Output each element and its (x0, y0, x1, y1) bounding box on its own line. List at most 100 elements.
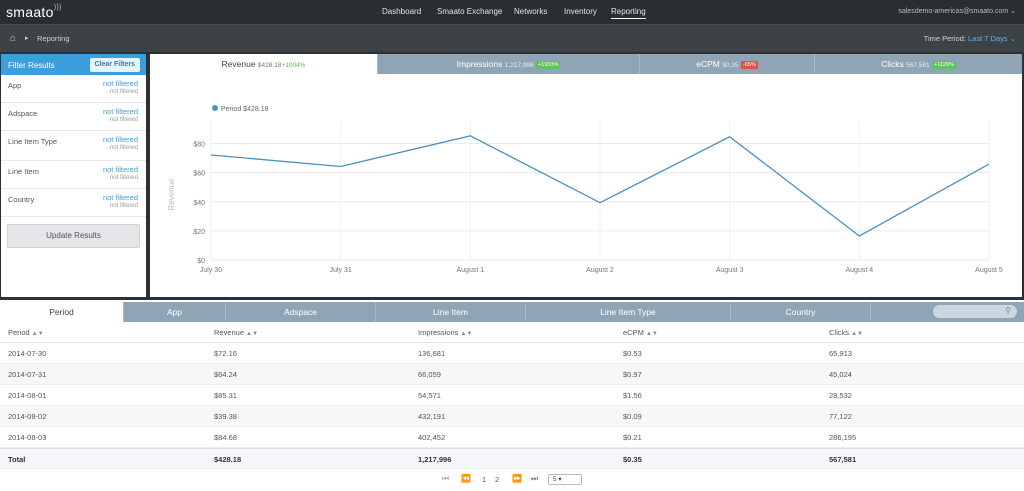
table-total-row: Total $428.18 1,217,996 $0.35 567,581 (0, 448, 1024, 469)
tab-ecpm[interactable]: eCPM $0.35 -65% (640, 54, 815, 74)
y-axis-label: Revenue (167, 178, 176, 211)
tab-value: $428.18 (257, 62, 282, 69)
table-row: 2014-07-31 $64.24 66,059 $0.97 45,024 (0, 364, 1024, 385)
change-badge: +1129% (931, 61, 956, 69)
filter-value-link[interactable]: not filtered (103, 193, 138, 202)
sort-icon: ▲▼ (645, 331, 658, 337)
tab-app[interactable]: App (124, 302, 226, 322)
column-header-period[interactable]: Period ▲▼ (8, 328, 44, 337)
x-tick-label: August 3 (716, 267, 744, 274)
filter-value-link[interactable]: not filtered (103, 79, 138, 88)
filter-row-app[interactable]: App not filtered not filtered (1, 75, 146, 103)
top-navbar: smaato))) Dashboard Smaato Exchange Netw… (0, 0, 1024, 24)
table-row: 2014-08-03 $84.68 402,452 $0.21 286,195 (0, 427, 1024, 448)
tab-line-item[interactable]: Line Item (376, 302, 526, 322)
metric-tabs: Revenue $428.18+1004% Impressions 1,217,… (150, 54, 1022, 74)
x-tick-label: August 2 (586, 267, 614, 274)
revenue-line-chart: $0 $20 $40 $60 $80 July 30 July 31 August 1 Augu… (167, 105, 1003, 274)
sort-icon: ▲▼ (246, 331, 259, 337)
pagination: ⏮ ⏪ 1 2 ⏩ ⏭ 5 ▾ (0, 474, 1024, 486)
filter-value-sub: not filtered (109, 203, 138, 209)
chevron-down-icon: ⌄ (1009, 34, 1016, 43)
filter-label: Country (8, 195, 35, 204)
filter-value-link[interactable]: not filtered (103, 165, 138, 174)
y-tick-label: $80 (193, 142, 205, 149)
column-header-clicks[interactable]: Clicks ▲▼ (829, 328, 863, 337)
tab-line-item-type[interactable]: Line Item Type (526, 302, 731, 322)
legend-marker (212, 105, 218, 111)
filter-value-sub: not filtered (109, 145, 138, 151)
x-tick-label: August 1 (457, 267, 485, 274)
x-tick-label: July 30 (200, 267, 222, 274)
sort-icon: ▲▼ (31, 331, 44, 337)
page-number[interactable]: 2 (495, 475, 499, 484)
tab-revenue[interactable]: Revenue $428.18+1004% (150, 54, 378, 74)
update-results-button[interactable]: Update Results (7, 224, 140, 248)
filter-label: Line Item Type (8, 137, 58, 146)
column-header-revenue[interactable]: Revenue ▲▼ (214, 328, 258, 337)
y-tick-label: $60 (193, 171, 205, 178)
y-tick-label: $0 (197, 258, 205, 265)
y-tick-label: $20 (193, 229, 205, 236)
next-page-icon[interactable]: ⏩ (512, 474, 522, 483)
user-email: salesdemo-americas@smaato.com (898, 8, 1009, 15)
tab-label: Clicks (881, 59, 904, 69)
change-badge: +1933% (536, 61, 561, 69)
tab-period[interactable]: Period (0, 302, 124, 322)
nav-networks[interactable]: Networks (514, 7, 547, 16)
tab-clicks[interactable]: Clicks 567,581 +1129% (815, 54, 1022, 74)
filter-row-line-item[interactable]: Line Item not filtered not filtered (1, 161, 146, 189)
tab-label: eCPM (696, 59, 720, 69)
tab-value: $0.35 (722, 62, 739, 69)
chevron-down-icon: ⌄ (1010, 8, 1016, 15)
tab-adspace[interactable]: Adspace (226, 302, 376, 322)
table-row: 2014-07-30 $72.16 136,681 $0.53 65,913 (0, 343, 1024, 364)
filter-label: App (8, 81, 22, 90)
tab-label: Revenue (221, 59, 256, 69)
chart-panel: Revenue $428.18+1004% Impressions 1,217,… (150, 54, 1022, 297)
filter-row-country[interactable]: Country not filtered not filtered (1, 189, 146, 217)
x-tick-label: August 4 (846, 267, 874, 274)
user-menu[interactable]: salesdemo-americas@smaato.com ⌄ (898, 7, 1016, 15)
filter-title: Filter Results (8, 61, 55, 70)
filter-header: Filter Results Clear Filters (1, 54, 146, 75)
breadcrumb: Reporting (37, 34, 70, 43)
tab-label: Impressions (456, 59, 503, 69)
filter-panel: Filter Results Clear Filters App not fil… (1, 54, 146, 297)
filter-value-link[interactable]: not filtered (103, 107, 138, 116)
nav-smaato-exchange[interactable]: Smaato Exchange (437, 7, 502, 16)
column-header-impressions[interactable]: Impressions ▲▼ (418, 328, 472, 337)
table-row: 2014-08-01 $85.31 54,571 $1.56 28,532 (0, 385, 1024, 406)
filter-value-link[interactable]: not filtered (103, 135, 138, 144)
time-period-value: Last 7 Days (968, 34, 1008, 43)
tab-country[interactable]: Country (731, 302, 871, 322)
tab-value: 1,217,996 (504, 62, 534, 69)
page-number[interactable]: 1 (482, 475, 486, 484)
x-tick-label: August 5 (975, 267, 1003, 274)
tab-impressions[interactable]: Impressions 1,217,996 +1933% (378, 54, 640, 74)
previous-page-icon[interactable]: ⏪ (461, 474, 471, 483)
subheader: ⌂ ▸ Reporting Time Period: Last 7 Days ⌄ (0, 24, 1024, 52)
change-text: +1004% (281, 62, 306, 69)
table-row: 2014-08-02 $39.38 432,191 $0.09 77,122 (0, 406, 1024, 427)
nav-reporting[interactable]: Reporting (611, 7, 646, 19)
first-page-icon[interactable]: ⏮ (442, 474, 449, 484)
filter-row-line-item-type[interactable]: Line Item Type not filtered not filtered (1, 131, 146, 161)
nav-dashboard[interactable]: Dashboard (382, 7, 421, 16)
sort-icon: ▲▼ (460, 331, 473, 337)
filter-value-sub: not filtered (109, 89, 138, 95)
main-nav: Dashboard Smaato Exchange Networks Inven… (0, 0, 1024, 24)
page-size-select[interactable]: 5 ▾ (548, 474, 582, 485)
chevron-right-icon: ▸ (25, 35, 29, 42)
time-period-selector[interactable]: Time Period: Last 7 Days ⌄ (924, 34, 1016, 43)
nav-inventory[interactable]: Inventory (564, 7, 597, 16)
change-badge: -65% (740, 61, 758, 69)
search-input[interactable]: ⚲ (933, 305, 1017, 318)
last-page-icon[interactable]: ⏭ (531, 474, 538, 484)
home-icon[interactable]: ⌂ (10, 33, 16, 44)
clear-filters-button[interactable]: Clear Filters (89, 58, 140, 72)
y-tick-label: $40 (193, 200, 205, 207)
column-header-ecpm[interactable]: eCPM ▲▼ (623, 328, 658, 337)
x-tick-label: July 31 (330, 267, 352, 274)
filter-row-adspace[interactable]: Adspace not filtered not filtered (1, 103, 146, 131)
